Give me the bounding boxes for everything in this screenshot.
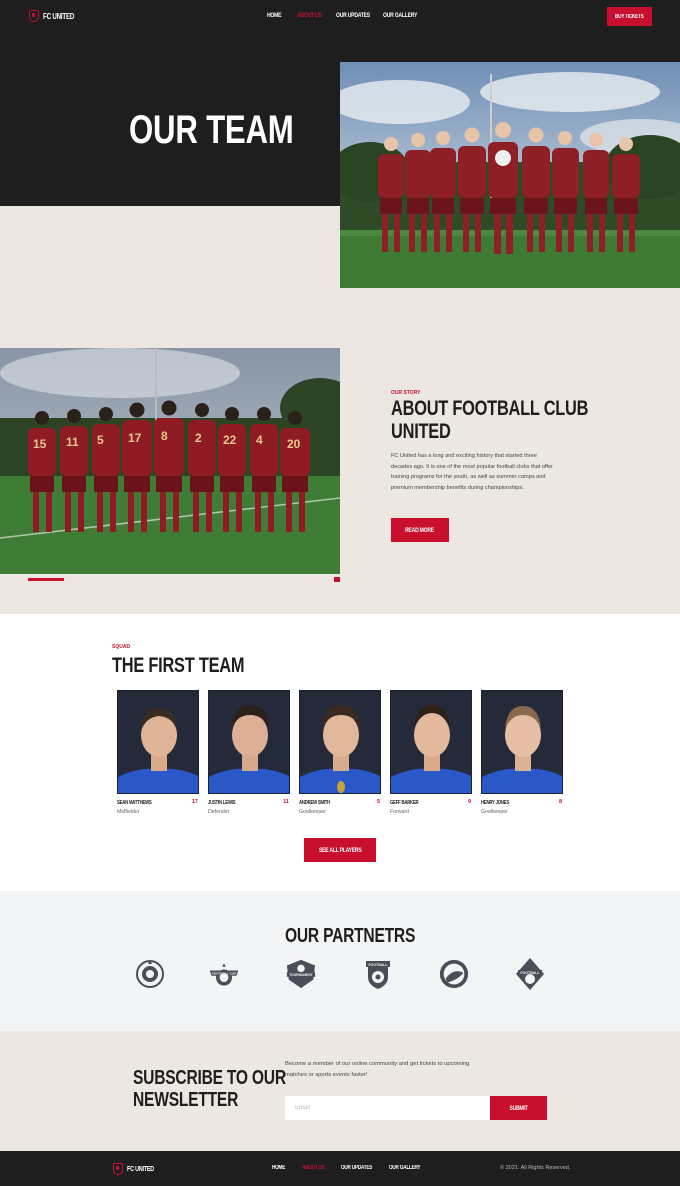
- player-role: Forward: [390, 809, 410, 815]
- nav-link-our-gallery[interactable]: OUR GALLERY: [383, 12, 417, 19]
- about-description: FC United has a long and exciting histor…: [391, 453, 553, 491]
- footer-link-about-us[interactable]: ABOUT US: [302, 1165, 325, 1171]
- player-role: Goalkeeper: [299, 809, 326, 815]
- player-number: 5: [376, 799, 380, 805]
- svg-text:15: 15: [33, 437, 47, 451]
- squad-title: THE FIRST TEAM: [112, 654, 245, 677]
- player-photo: [117, 690, 199, 794]
- page-title: OUR TEAM: [129, 108, 294, 152]
- copyright-text: © 2021. All Rights Reserved.: [500, 1165, 571, 1171]
- svg-text:8: 8: [161, 429, 168, 443]
- about-title: ABOUT FOOTBALL CLUB UNITED: [391, 397, 589, 443]
- buy-tickets-button[interactable]: BUY TICKETS: [607, 7, 652, 26]
- football-shield-icon[interactable]: FOOTBALL: [362, 957, 394, 991]
- nav-links: HOME ABOUT US OUR UPDATES OUR GALLERY: [0, 12, 680, 22]
- player-number: 8: [558, 799, 562, 805]
- player-photo: [299, 690, 381, 794]
- squad-kicker: SQUAD: [112, 644, 131, 650]
- svg-text:22: 22: [223, 433, 237, 447]
- svg-text:FOOTBALL CUP: FOOTBALL CUP: [212, 971, 236, 975]
- round-emblem-icon[interactable]: [438, 957, 470, 991]
- soccer-club-emblem-icon[interactable]: [134, 957, 166, 991]
- slider-progress-bar[interactable]: [28, 578, 64, 581]
- svg-text:5: 5: [97, 433, 104, 447]
- partners-title: OUR PARTNETRS: [285, 925, 416, 947]
- player-name: HENRY JONES: [481, 800, 509, 806]
- partners-section: [0, 891, 680, 1031]
- nav-link-home[interactable]: HOME: [267, 12, 282, 19]
- player-card[interactable]: ANDREW SMITH Goalkeeper 5: [299, 690, 381, 820]
- footer-logo[interactable]: FC UNITED: [113, 1163, 162, 1175]
- footer: [0, 1151, 680, 1186]
- football-cup-badge-icon[interactable]: FOOTBALL CUP: [208, 957, 240, 991]
- team-front-photo: [340, 62, 680, 288]
- club-crest-icon: [113, 1163, 123, 1175]
- footer-logo-text: FC UNITED: [127, 1165, 155, 1173]
- team-back-photo: 15 11 5 17 8 2 22 4 20: [0, 348, 340, 574]
- player-number: 9: [467, 799, 471, 805]
- about-kicker: OUR STORY: [391, 390, 421, 396]
- footer-link-our-gallery[interactable]: OUR GALLERY: [389, 1165, 421, 1171]
- nav-link-our-updates[interactable]: OUR UPDATES: [336, 12, 370, 19]
- player-name: GEFF BARKER: [390, 800, 419, 806]
- player-role: Midfielder: [117, 809, 140, 815]
- player-name: JUSTIN LEWIS: [208, 800, 236, 806]
- svg-text:TOURNAMENT: TOURNAMENT: [289, 973, 312, 977]
- player-role: Defender: [208, 809, 230, 815]
- newsletter-description: Become a member of our online community …: [285, 1061, 470, 1078]
- player-number: 11: [283, 799, 289, 805]
- read-more-button[interactable]: READ MORE: [391, 518, 449, 542]
- submit-button[interactable]: SUBMIT: [490, 1096, 547, 1120]
- football-diamond-badge-icon[interactable]: FOOTBALL: [514, 957, 546, 991]
- footer-link-our-updates[interactable]: OUR UPDATES: [341, 1165, 372, 1171]
- player-card[interactable]: JUSTIN LEWIS Defender 11: [208, 690, 290, 820]
- player-photo: [481, 690, 563, 794]
- svg-text:FOOTBALL: FOOTBALL: [520, 971, 540, 975]
- svg-text:17: 17: [128, 431, 142, 445]
- tournament-shield-icon[interactable]: TOURNAMENT: [285, 957, 317, 991]
- svg-text:2: 2: [195, 431, 202, 445]
- player-card[interactable]: GEFF BARKER Forward 9: [390, 690, 472, 820]
- email-field[interactable]: [285, 1096, 490, 1120]
- svg-text:11: 11: [66, 435, 79, 449]
- footer-link-home[interactable]: HOME: [272, 1165, 285, 1171]
- player-card[interactable]: SEAN MATTHEWS Midfielder 17: [117, 690, 199, 820]
- player-name: SEAN MATTHEWS: [117, 800, 152, 806]
- svg-text:20: 20: [287, 437, 301, 451]
- player-photo: [390, 690, 472, 794]
- see-all-players-button[interactable]: SEE ALL PLAYERS: [304, 838, 376, 862]
- player-photo: [208, 690, 290, 794]
- player-name: ANDREW SMITH: [299, 800, 331, 806]
- player-role: Goalkeeper: [481, 809, 508, 815]
- slider-indicator[interactable]: [334, 577, 340, 582]
- svg-text:FOOTBALL: FOOTBALL: [368, 963, 388, 967]
- svg-text:4: 4: [256, 433, 263, 447]
- player-number: 17: [191, 799, 198, 805]
- player-card[interactable]: HENRY JONES Goalkeeper 8: [481, 690, 563, 820]
- nav-link-about-us[interactable]: ABOUT US: [297, 12, 322, 19]
